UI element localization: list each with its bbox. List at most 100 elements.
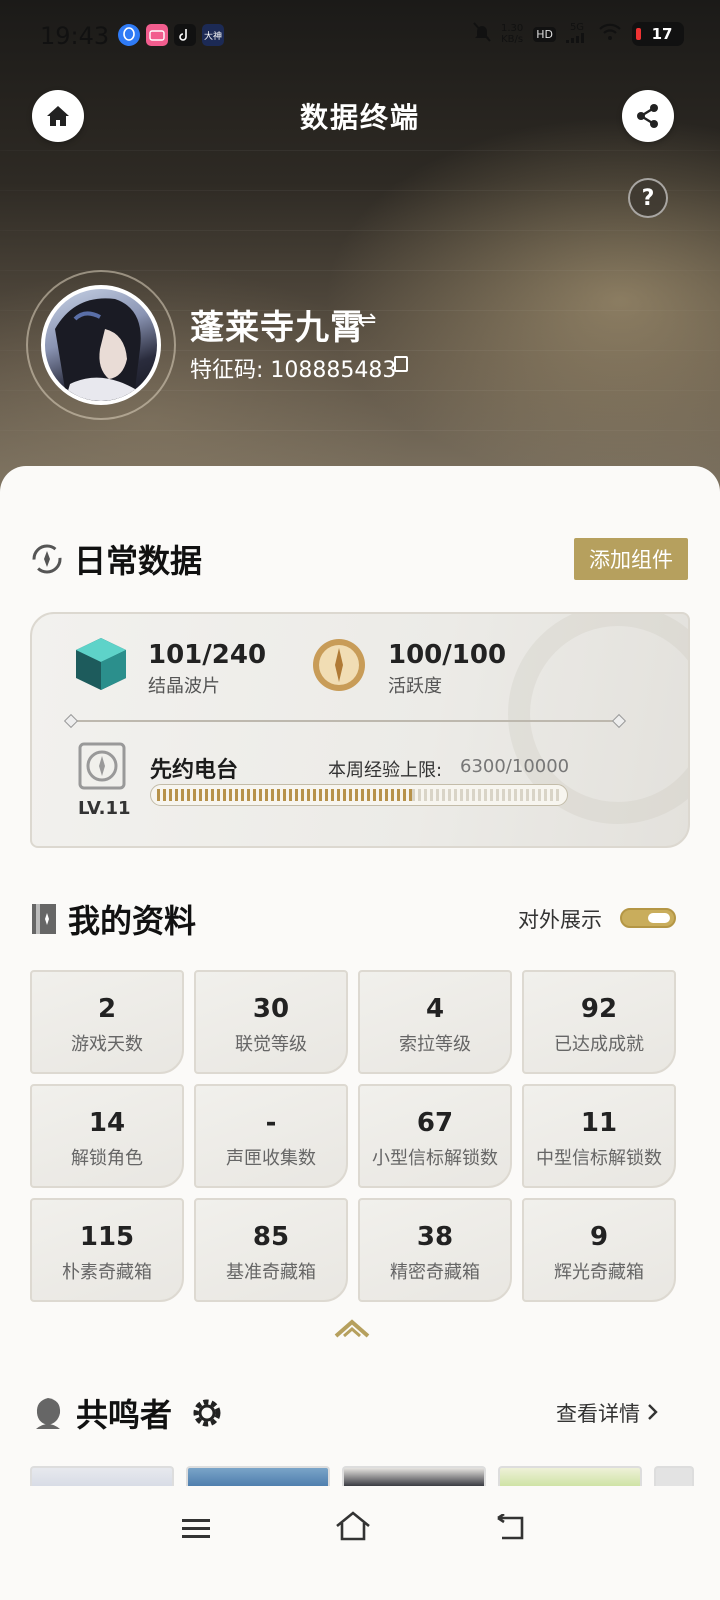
- stat-label: 已达成成就: [554, 1034, 644, 1055]
- stat-tile: 30 联觉等级: [194, 970, 348, 1074]
- bg-wave: [0, 190, 720, 192]
- avatar-frame[interactable]: [26, 270, 176, 420]
- resonator-card[interactable]: [498, 1466, 642, 1486]
- back-icon[interactable]: [494, 1514, 526, 1542]
- stat-value: 38: [416, 1222, 454, 1252]
- stat-label: 中型信标解锁数: [536, 1148, 662, 1169]
- stat-tile: 115 朴素奇藏箱: [30, 1198, 184, 1302]
- help-button[interactable]: ?: [628, 178, 668, 218]
- progress-fill: [157, 789, 412, 801]
- dashen-icon: 大神: [202, 24, 224, 46]
- page-title: 数据终端: [299, 101, 420, 134]
- stat-label: 索拉等级: [399, 1034, 471, 1055]
- weekly-exp-value: 6300/10000: [460, 756, 570, 777]
- profile-section-title: 我的资料: [68, 902, 197, 940]
- stat-value: 2: [97, 994, 117, 1024]
- wifi-icon: [598, 23, 622, 45]
- stat-value: 92: [580, 994, 618, 1024]
- net-speed: 1.30 KB/s: [501, 23, 523, 45]
- collapse-chevron-up-icon[interactable]: [334, 1318, 370, 1338]
- progress-remaining: [411, 789, 561, 801]
- content-sheet: 日常数据 添加组件 101/240 结晶波片 100/100 活跃度 先约电台 …: [0, 466, 720, 1600]
- menu-icon[interactable]: [180, 1516, 212, 1542]
- stat-tile: 4 索拉等级: [358, 970, 512, 1074]
- resonator-card[interactable]: [186, 1466, 330, 1486]
- status-time: 19:43: [40, 22, 110, 50]
- stat-tile: 14 解锁角色: [30, 1084, 184, 1188]
- chevron-right-icon: [647, 1404, 658, 1420]
- profile-section-header: 我的资料: [30, 896, 196, 942]
- stat-label: 小型信标解锁数: [372, 1148, 498, 1169]
- stat-value: 9: [589, 1222, 609, 1252]
- daily-section-header: 日常数据: [30, 536, 202, 582]
- signal-bars-icon: [566, 33, 584, 43]
- share-button[interactable]: [622, 90, 674, 142]
- weekly-exp-progress: [150, 784, 568, 806]
- stat-label: 解锁角色: [71, 1148, 143, 1169]
- stat-value: 11: [580, 1108, 618, 1138]
- daily-card: 101/240 结晶波片 100/100 活跃度 先约电台 本周经验上限: 63…: [30, 612, 690, 848]
- radio-name: 先约电台: [150, 758, 239, 783]
- activity-label: 活跃度: [388, 676, 442, 697]
- stat-value: 14: [88, 1108, 126, 1138]
- stat-tile: 2 游戏天数: [30, 970, 184, 1074]
- uid-text: 特征码: 108885483: [190, 358, 397, 383]
- bg-wave: [0, 430, 720, 432]
- status-bar: 19:43 大神 1.30 KB/s HD 5G 17: [0, 0, 720, 76]
- add-widget-button[interactable]: 添加组件: [574, 538, 688, 580]
- qq-icon: [118, 24, 140, 46]
- resonator-card[interactable]: [30, 1466, 174, 1486]
- stat-tile: - 声匣收集数: [194, 1084, 348, 1188]
- battery-indicator: 17: [632, 22, 684, 46]
- see-details-link[interactable]: 查看详情: [556, 1398, 659, 1428]
- net-speed-unit: KB/s: [501, 34, 524, 45]
- stat-label: 辉光奇藏箱: [554, 1262, 644, 1283]
- settings-gear-icon[interactable]: [190, 1396, 224, 1430]
- bg-wave: [0, 150, 720, 152]
- tiktok-icon: [174, 24, 196, 46]
- profile-card-icon: [32, 904, 56, 934]
- stat-tile: 85 基准奇藏箱: [194, 1198, 348, 1302]
- avatar-portrait: [55, 298, 141, 401]
- crystal-value: 101/240: [148, 640, 267, 670]
- username: 蓬莱寺九霄: [190, 308, 365, 348]
- crystal-label: 结晶波片: [148, 676, 220, 697]
- see-details-label: 查看详情: [556, 1402, 640, 1426]
- bilibili-icon: [146, 24, 168, 46]
- nav-home-icon[interactable]: [334, 1510, 372, 1542]
- weekly-exp-label: 本周经验上限:: [328, 760, 443, 781]
- resonator-silhouette-icon: [36, 1398, 61, 1429]
- status-right: 1.30 KB/s HD 5G 17: [473, 22, 684, 46]
- toggle-knob: [648, 913, 670, 923]
- resonator-card-strip: [30, 1466, 720, 1486]
- resonator-card[interactable]: [654, 1466, 694, 1486]
- avatar: [41, 285, 161, 405]
- battery-level: 17: [651, 25, 673, 43]
- signal-5g: 5G: [566, 22, 588, 46]
- signal-label: 5G: [569, 22, 585, 33]
- stat-label: 精密奇藏箱: [390, 1262, 480, 1283]
- public-display-label: 对外展示: [518, 908, 602, 932]
- activity-value: 100/100: [388, 640, 507, 670]
- net-speed-value: 1.30: [500, 23, 524, 34]
- system-nav-bar: [0, 1486, 720, 1600]
- stat-tile: 67 小型信标解锁数: [358, 1084, 512, 1188]
- card-divider: [72, 720, 618, 722]
- public-display-toggle[interactable]: [620, 908, 676, 928]
- stat-label: 联觉等级: [235, 1034, 307, 1055]
- copy-icon[interactable]: [394, 356, 408, 372]
- resonator-card[interactable]: [342, 1466, 486, 1486]
- radio-level: LV.11: [78, 798, 131, 819]
- stat-value: 67: [416, 1108, 454, 1138]
- stat-tile: 38 精密奇藏箱: [358, 1198, 512, 1302]
- stat-label: 朴素奇藏箱: [62, 1262, 152, 1283]
- resonators-section-header: 共鸣者: [30, 1390, 224, 1436]
- stat-label: 声匣收集数: [226, 1148, 316, 1169]
- resonators-section-title: 共鸣者: [76, 1396, 173, 1434]
- daily-section-title: 日常数据: [74, 542, 203, 580]
- stat-tile: 9 辉光奇藏箱: [522, 1198, 676, 1302]
- share-icon: [637, 104, 658, 128]
- mute-bell-icon: [473, 22, 491, 46]
- switch-account-icon[interactable]: ⇌: [358, 308, 376, 333]
- stat-value: 4: [425, 994, 445, 1024]
